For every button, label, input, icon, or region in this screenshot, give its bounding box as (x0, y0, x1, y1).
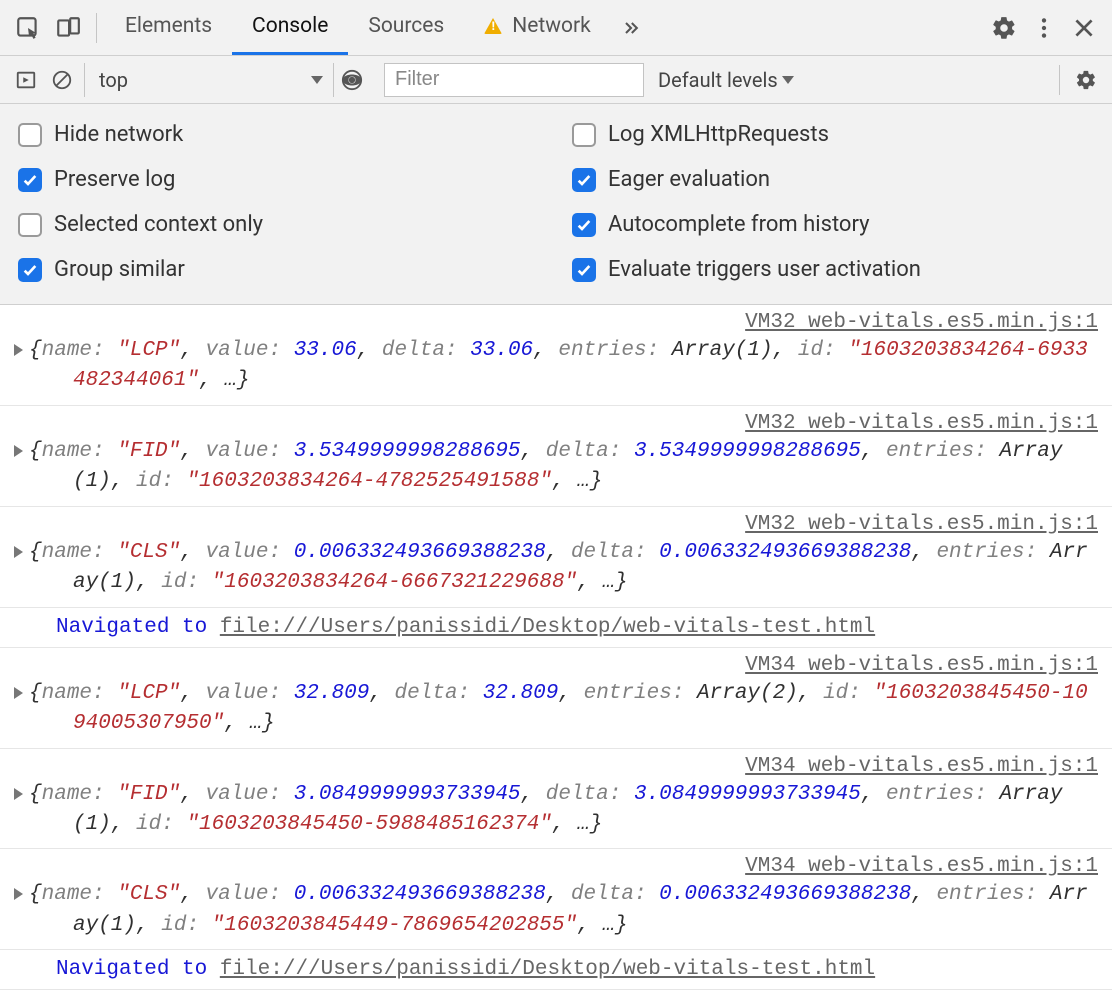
context-label: top (99, 68, 128, 92)
console-filter-input[interactable] (384, 63, 644, 97)
nav-url[interactable]: file:///Users/panissidi/Desktop/web-vita… (220, 958, 875, 981)
live-expression-icon[interactable] (334, 62, 370, 98)
nav-prefix: Navigated to (56, 958, 220, 981)
logged-object[interactable]: {name: "FID", value: 3.5349999998288695,… (29, 437, 1098, 498)
separator (1059, 65, 1060, 95)
setting-autocomplete-history[interactable]: Autocomplete from history (556, 202, 1098, 247)
checkbox[interactable] (18, 168, 42, 192)
expand-object-icon[interactable] (14, 788, 23, 800)
log-source-link[interactable]: VM32 web-vitals.es5.min.js:1 (14, 311, 1098, 334)
navigation-message: Navigated to file:///Users/panissidi/Des… (0, 608, 1112, 648)
expand-object-icon[interactable] (14, 445, 23, 457)
setting-label: Selected context only (54, 212, 263, 237)
chevron-down-icon (311, 76, 323, 84)
console-log-entry: VM34 web-vitals.es5.min.js:1{name: "FID"… (0, 749, 1112, 850)
toggle-sidebar-icon[interactable] (8, 62, 44, 98)
panel-tabs: Elements Console Sources Network (105, 0, 611, 55)
settings-gear-icon[interactable] (984, 8, 1024, 48)
setting-evaluate-user-activation[interactable]: Evaluate triggers user activation (556, 247, 1098, 292)
navigation-message: Navigated to file:///Users/panissidi/Des… (0, 950, 1112, 990)
logged-object[interactable]: {name: "LCP", value: 33.06, delta: 33.06… (29, 336, 1098, 397)
log-source-link[interactable]: VM34 web-vitals.es5.min.js:1 (14, 654, 1098, 677)
tab-label: Sources (368, 14, 444, 38)
console-settings-panel: Hide network Log XMLHttpRequests Preserv… (0, 104, 1112, 305)
kebab-menu-icon[interactable] (1024, 8, 1064, 48)
expand-object-icon[interactable] (14, 687, 23, 699)
console-log-entry: VM32 web-vitals.es5.min.js:1{name: "LCP"… (0, 305, 1112, 406)
logged-object[interactable]: {name: "CLS", value: 0.00633249366938823… (29, 538, 1098, 599)
tab-label: Elements (125, 14, 212, 38)
logged-object[interactable]: {name: "LCP", value: 32.809, delta: 32.8… (29, 679, 1098, 740)
setting-label: Group similar (54, 257, 185, 282)
nav-url[interactable]: file:///Users/panissidi/Desktop/web-vita… (220, 616, 875, 639)
log-source-link[interactable]: VM32 web-vitals.es5.min.js:1 (14, 412, 1098, 435)
execution-context-selector[interactable]: top (84, 63, 334, 97)
logged-object[interactable]: {name: "FID", value: 3.0849999993733945,… (29, 780, 1098, 841)
console-toolbar: top Default levels (0, 56, 1112, 104)
setting-label: Log XMLHttpRequests (608, 122, 829, 147)
checkbox[interactable] (572, 258, 596, 282)
nav-prefix: Navigated to (56, 616, 220, 639)
checkbox[interactable] (18, 123, 42, 147)
console-log-entry: VM34 web-vitals.es5.min.js:1{name: "LCP"… (0, 648, 1112, 749)
separator (96, 13, 97, 43)
levels-label: Default levels (658, 68, 778, 92)
checkbox[interactable] (572, 168, 596, 192)
console-log-entry: VM32 web-vitals.es5.min.js:1{name: "FID"… (0, 406, 1112, 507)
setting-label: Preserve log (54, 167, 175, 192)
log-source-link[interactable]: VM34 web-vitals.es5.min.js:1 (14, 755, 1098, 778)
tab-sources[interactable]: Sources (348, 0, 464, 55)
log-levels-selector[interactable]: Default levels (658, 68, 794, 92)
setting-label: Hide network (54, 122, 183, 147)
tab-label: Console (252, 14, 328, 38)
tab-network[interactable]: Network (464, 0, 611, 55)
console-log-entry: VM34 web-vitals.es5.min.js:1{name: "CLS"… (0, 849, 1112, 950)
setting-log-xhr[interactable]: Log XMLHttpRequests (556, 112, 1098, 157)
chevron-down-icon (782, 76, 794, 84)
close-devtools-icon[interactable] (1064, 8, 1104, 48)
more-tabs-icon[interactable] (611, 0, 651, 56)
console-log-entry: VM32 web-vitals.es5.min.js:1{name: "CLS"… (0, 507, 1112, 608)
setting-eager-eval[interactable]: Eager evaluation (556, 157, 1098, 202)
expand-object-icon[interactable] (14, 344, 23, 356)
devtools-tabbar: Elements Console Sources Network (0, 0, 1112, 56)
setting-label: Evaluate triggers user activation (608, 257, 921, 282)
clear-console-icon[interactable] (44, 62, 80, 98)
checkbox[interactable] (572, 123, 596, 147)
setting-preserve-log[interactable]: Preserve log (14, 157, 556, 202)
log-source-link[interactable]: VM32 web-vitals.es5.min.js:1 (14, 513, 1098, 536)
tab-elements[interactable]: Elements (105, 0, 232, 55)
inspect-element-icon[interactable] (8, 8, 48, 48)
setting-label: Eager evaluation (608, 167, 770, 192)
console-settings-gear-icon[interactable] (1068, 62, 1104, 98)
setting-hide-network[interactable]: Hide network (14, 112, 556, 157)
setting-group-similar[interactable]: Group similar (14, 247, 556, 292)
log-source-link[interactable]: VM34 web-vitals.es5.min.js:1 (14, 855, 1098, 878)
device-toolbar-icon[interactable] (48, 8, 88, 48)
setting-label: Autocomplete from history (608, 212, 870, 237)
expand-object-icon[interactable] (14, 888, 23, 900)
logged-object[interactable]: {name: "CLS", value: 0.00633249366938823… (29, 880, 1098, 941)
setting-selected-context-only[interactable]: Selected context only (14, 202, 556, 247)
tab-label: Network (512, 14, 591, 38)
console-output: VM32 web-vitals.es5.min.js:1{name: "LCP"… (0, 305, 1112, 990)
expand-object-icon[interactable] (14, 546, 23, 558)
checkbox[interactable] (572, 213, 596, 237)
checkbox[interactable] (18, 258, 42, 282)
warning-icon (484, 18, 502, 34)
tab-console[interactable]: Console (232, 0, 348, 55)
checkbox[interactable] (18, 213, 42, 237)
